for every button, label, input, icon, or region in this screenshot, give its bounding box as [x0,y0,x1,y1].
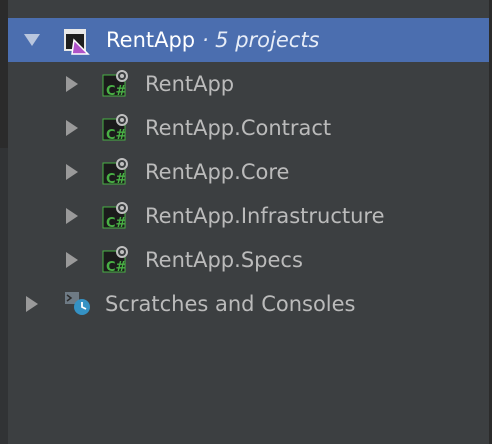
svg-text:C#: C# [106,260,127,275]
csharp-project-icon: C# [102,246,128,275]
svg-text:C#: C# [106,216,127,231]
expand-right-icon[interactable] [66,120,78,136]
project-label: RentApp.Specs [145,248,303,272]
solution-explorer-tree: RentApp · 5 projects C# RentApp C# RentA… [8,18,489,326]
left-border-lower [0,148,8,444]
expand-right-icon[interactable] [66,164,78,180]
tree-row-project[interactable]: C# RentApp.Specs [8,238,489,282]
svg-text:C#: C# [106,128,127,143]
csharp-project-icon: C# [102,70,128,99]
svg-text:C#: C# [106,172,127,187]
scratches-icon [65,292,90,315]
project-label: RentApp.Infrastructure [145,204,385,228]
svg-text:C#: C# [106,84,127,99]
csharp-project-icon: C# [102,202,128,231]
tree-row-solution[interactable]: RentApp · 5 projects [8,18,489,62]
project-label: RentApp.Contract [145,116,332,140]
project-label: RentApp.Core [145,160,290,184]
tree-row-project[interactable]: C# RentApp [8,62,489,106]
expand-right-icon[interactable] [26,296,38,312]
expand-right-icon[interactable] [66,208,78,224]
top-strip [0,0,492,8]
solution-project-count: · 5 projects [195,28,320,52]
tree-row-scratches[interactable]: Scratches and Consoles [8,282,489,326]
project-label: RentApp [145,72,235,96]
scratches-label: Scratches and Consoles [105,292,356,316]
expand-right-icon[interactable] [66,252,78,268]
tree-row-project[interactable]: C# RentApp.Contract [8,106,489,150]
solution-label: RentApp · 5 projects [106,18,320,62]
solution-name: RentApp [106,28,196,52]
left-border [0,0,8,444]
solution-icon [64,29,90,55]
tree-row-project[interactable]: C# RentApp.Infrastructure [8,194,489,238]
expand-down-icon[interactable] [24,34,40,46]
tree-row-project[interactable]: C# RentApp.Core [8,150,489,194]
csharp-project-icon: C# [102,158,128,187]
expand-right-icon[interactable] [66,76,78,92]
csharp-project-icon: C# [102,114,128,143]
